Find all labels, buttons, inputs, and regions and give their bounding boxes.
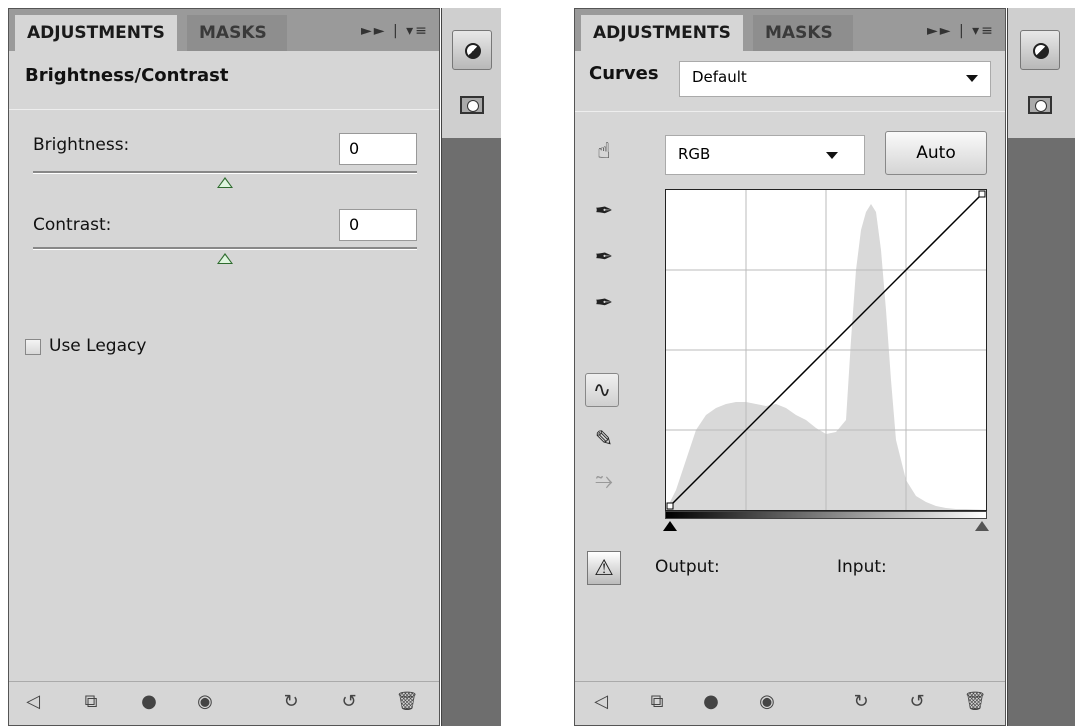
eye-icon[interactable]: ◉	[755, 690, 779, 714]
black-point-eyedropper-icon[interactable]: ✒	[587, 195, 621, 229]
auto-button[interactable]: Auto	[885, 131, 987, 175]
tab-bar: ADJUSTMENTS MASKS ►► | ▾≡	[575, 9, 1005, 51]
view-previous-icon[interactable]: ↻	[279, 690, 303, 714]
masks-icon[interactable]	[460, 96, 484, 114]
brightness-slider-track[interactable]	[33, 171, 417, 174]
layer-visibility-icon[interactable]: ●	[137, 690, 161, 714]
adjustments-panel-curves: ADJUSTMENTS MASKS ►► | ▾≡ Curves Default…	[574, 8, 1006, 726]
preset-value: Default	[692, 68, 747, 86]
clipping-warning-icon[interactable]: ⚠	[587, 551, 621, 585]
chevron-down-icon	[826, 152, 838, 159]
channel-select[interactable]: RGB	[665, 135, 865, 175]
panel-dock-left	[441, 8, 501, 726]
panel-menu-icons[interactable]: ►► | ▾≡	[361, 23, 429, 39]
view-previous-icon[interactable]: ↻	[849, 690, 873, 714]
back-arrow-icon[interactable]: ◁	[589, 690, 613, 714]
gradient-bar	[665, 511, 987, 519]
trash-icon[interactable]: 🗑	[395, 690, 419, 714]
targeted-adjustment-hand-icon[interactable]: ☝	[587, 135, 621, 169]
masks-icon[interactable]	[1028, 96, 1052, 114]
tab-masks[interactable]: MASKS	[753, 15, 853, 51]
pencil-tool-icon[interactable]: ✎	[587, 423, 621, 457]
clip-to-layer-icon[interactable]: ⧉	[645, 690, 669, 714]
preset-select[interactable]: Default	[679, 61, 991, 97]
curve-point-black	[666, 502, 674, 510]
tab-adjustments[interactable]: ADJUSTMENTS	[15, 15, 177, 51]
tab-masks[interactable]: MASKS	[187, 15, 287, 51]
back-arrow-icon[interactable]: ◁	[21, 690, 45, 714]
contrast-slider-track[interactable]	[33, 247, 417, 250]
divider	[575, 111, 1005, 112]
reset-icon[interactable]: ↺	[905, 690, 929, 714]
panel-menu-icons[interactable]: ►► | ▾≡	[927, 23, 995, 39]
contrast-label: Contrast:	[33, 215, 112, 235]
panel-dock-right	[1007, 8, 1075, 726]
use-legacy-checkbox[interactable]	[25, 339, 41, 355]
white-point-slider[interactable]	[975, 521, 989, 531]
tab-adjustments[interactable]: ADJUSTMENTS	[581, 15, 743, 51]
reset-icon[interactable]: ↺	[337, 690, 361, 714]
bottom-toolbar: ◁ ⧉ ● ◉ ↻ ↺ 🗑	[575, 681, 1005, 725]
channel-value: RGB	[678, 145, 711, 163]
curve-point-white	[978, 190, 986, 198]
dock-cap	[442, 8, 501, 138]
dock-cap	[1008, 8, 1075, 138]
adjustment-title: Brightness/Contrast	[25, 65, 229, 86]
chevron-down-icon	[966, 75, 978, 82]
divider	[9, 109, 439, 110]
trash-icon[interactable]: 🗑	[963, 690, 987, 714]
input-label: Input:	[837, 557, 887, 577]
bottom-toolbar: ◁ ⧉ ● ◉ ↻ ↺ 🗑	[9, 681, 439, 725]
adjustments-panel-brightness: ADJUSTMENTS MASKS ►► | ▾≡ Brightness/Con…	[8, 8, 440, 726]
gray-point-eyedropper-icon[interactable]: ✒	[587, 241, 621, 275]
curves-graph[interactable]	[665, 189, 987, 511]
contrast-input[interactable]: 0	[339, 209, 417, 241]
white-point-eyedropper-icon[interactable]: ✒	[587, 287, 621, 321]
adjustment-title: Curves	[589, 63, 659, 84]
curve-tool-icon[interactable]: ∿	[585, 373, 619, 407]
smooth-curve-icon: ⥲	[595, 469, 613, 494]
brightness-label: Brightness:	[33, 135, 130, 155]
brightness-input[interactable]: 0	[339, 133, 417, 165]
contrast-slider-thumb[interactable]	[217, 253, 233, 264]
tab-bar: ADJUSTMENTS MASKS ►► | ▾≡	[9, 9, 439, 51]
output-label: Output:	[655, 557, 720, 577]
use-legacy-label: Use Legacy	[49, 336, 147, 356]
layer-visibility-icon[interactable]: ●	[699, 690, 723, 714]
adjustments-icon[interactable]	[1020, 30, 1060, 70]
adjustments-icon[interactable]	[452, 30, 492, 70]
eye-icon[interactable]: ◉	[193, 690, 217, 714]
brightness-slider-thumb[interactable]	[217, 177, 233, 188]
curves-graph-svg	[666, 190, 986, 510]
black-point-slider[interactable]	[663, 521, 677, 531]
clip-to-layer-icon[interactable]: ⧉	[79, 690, 103, 714]
